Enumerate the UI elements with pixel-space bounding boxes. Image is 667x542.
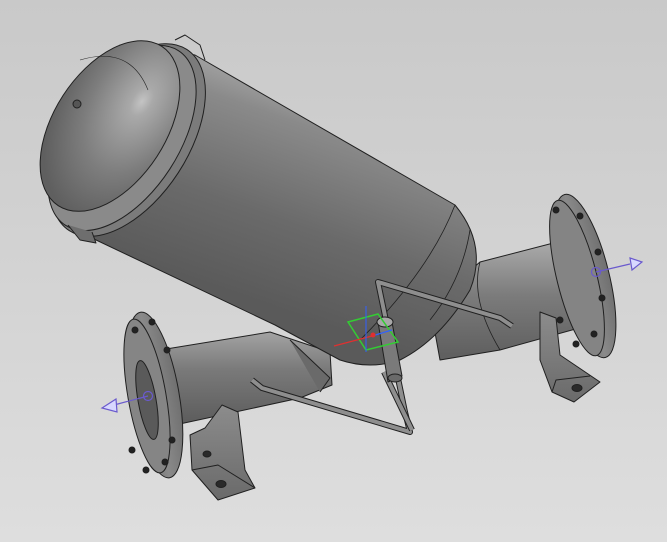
bolt-hole-icon: [571, 384, 583, 392]
inlet-pipe[interactable]: [159, 331, 333, 426]
bolt-hole-icon: [215, 480, 227, 488]
port-axis-arrow-icon: [629, 257, 644, 272]
model-viewport[interactable]: [0, 0, 667, 542]
port-axis-arrow-icon: [100, 397, 118, 413]
bolt-hole-icon: [202, 450, 212, 458]
vent-plug-icon: [72, 99, 82, 109]
model-scene[interactable]: [0, 0, 667, 542]
